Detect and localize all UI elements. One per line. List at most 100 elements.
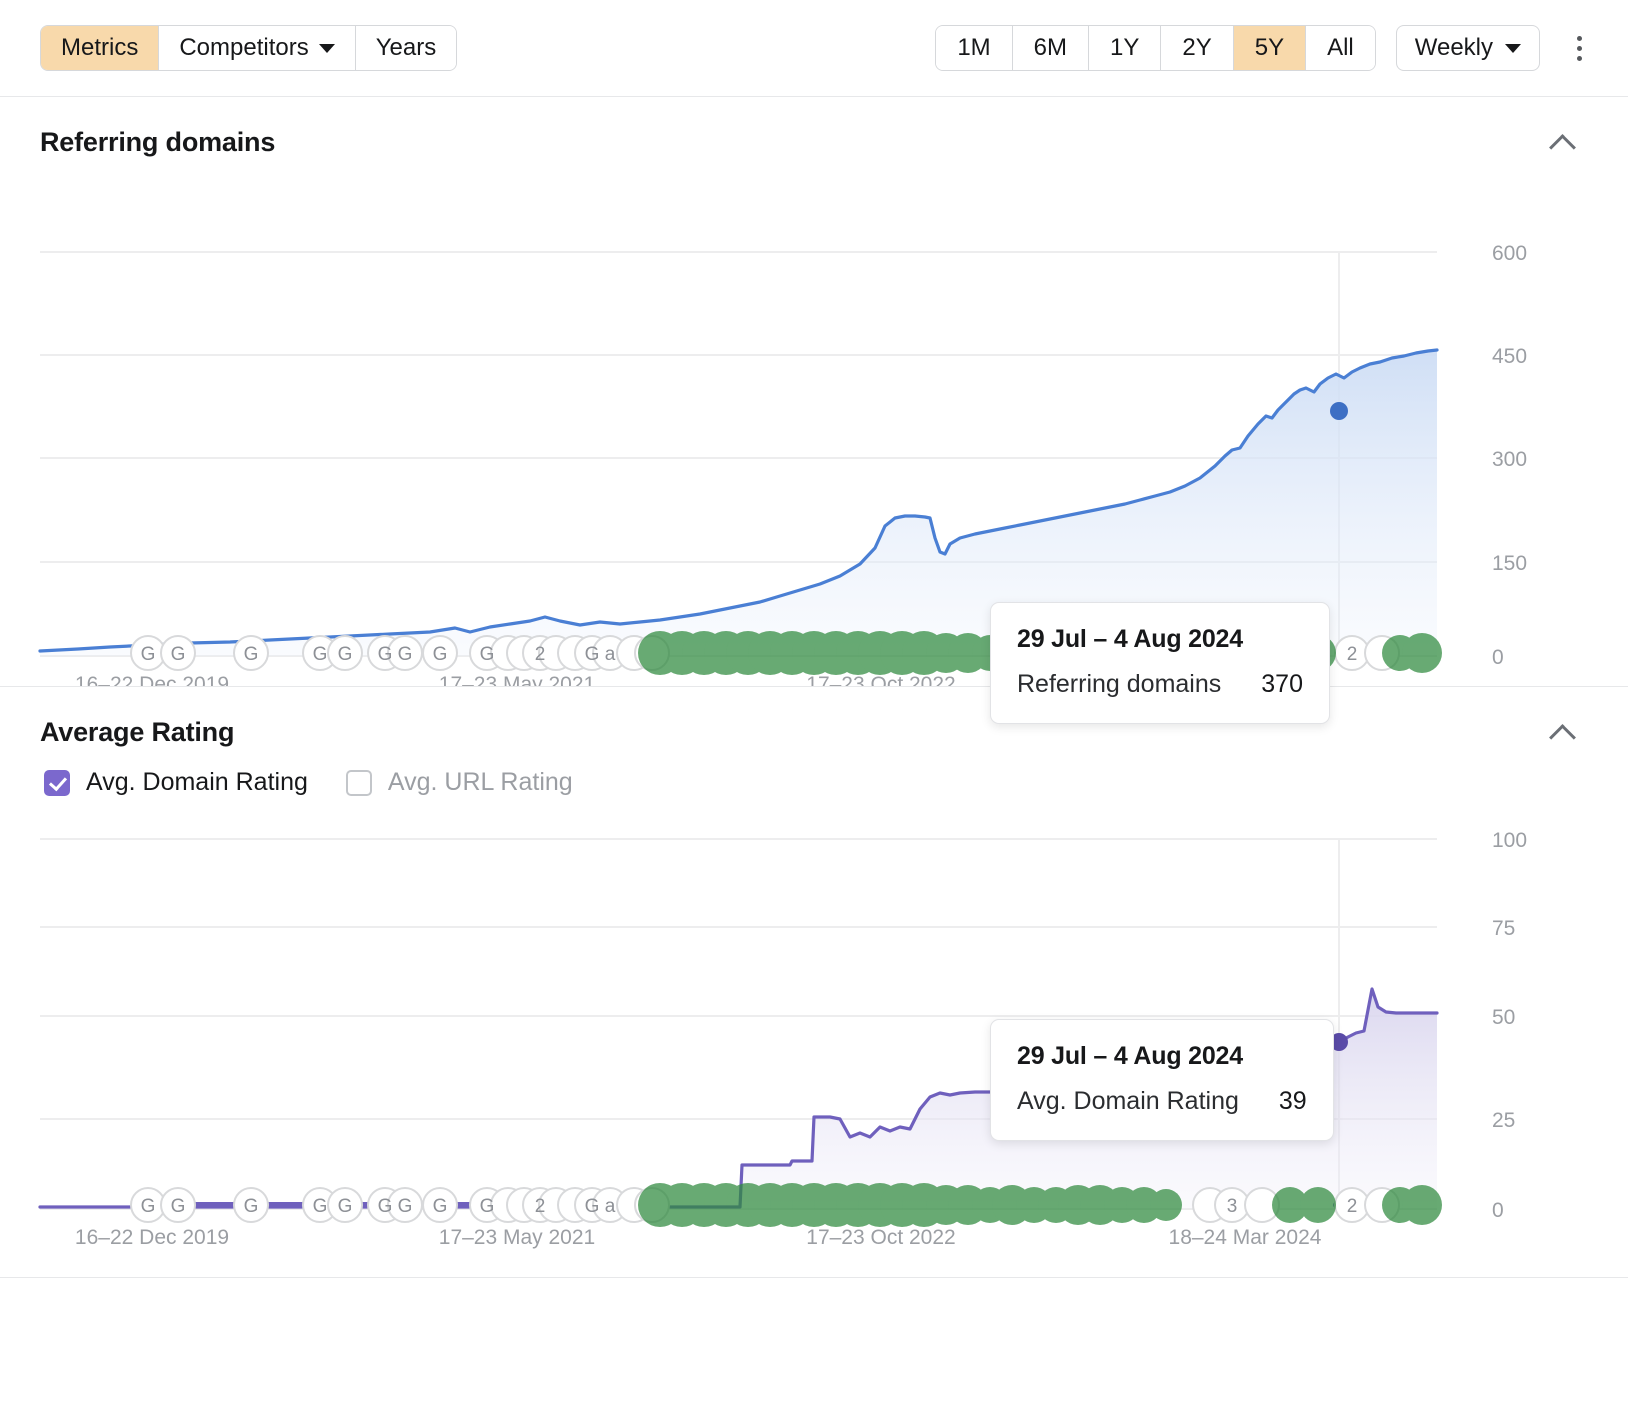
svg-text:100: 100 — [1492, 829, 1527, 852]
panel-average-rating: Average Rating Avg. Domain Rating Avg. U… — [0, 687, 1628, 1278]
svg-text:2: 2 — [1347, 644, 1358, 665]
svg-text:17–23 May 2021: 17–23 May 2021 — [439, 1226, 595, 1249]
svg-text:G: G — [480, 1196, 495, 1217]
svg-text:G: G — [244, 644, 259, 665]
tab-years[interactable]: Years — [355, 26, 457, 70]
tooltip-average-rating: 29 Jul – 4 Aug 2024 Avg. Domain Rating 3… — [990, 1019, 1334, 1141]
tab-metrics-label: Metrics — [61, 34, 139, 61]
chevron-down-icon — [318, 43, 335, 53]
svg-text:300: 300 — [1492, 448, 1527, 471]
legend-item-avg-url-rating[interactable]: Avg. URL Rating — [345, 768, 573, 797]
checkbox-avg-url-rating[interactable] — [345, 769, 372, 796]
svg-text:2: 2 — [1347, 1196, 1358, 1217]
panel-referring-domains: Referring domains 600 450 300 150 0 G G … — [0, 97, 1628, 724]
chart-referring-domains[interactable]: 600 450 300 150 0 G G G G G G G G G 2 G … — [0, 166, 1628, 724]
tab-competitors[interactable]: Competitors — [159, 26, 356, 70]
range-5y[interactable]: 5Y — [1233, 26, 1307, 70]
svg-text:G: G — [433, 644, 448, 665]
range-all[interactable]: All — [1306, 26, 1375, 70]
svg-text:G: G — [338, 1196, 353, 1217]
granularity-value: Weekly — [1414, 34, 1493, 61]
y-axis-ticks: 600 450 300 150 0 — [1492, 242, 1527, 669]
svg-text:G: G — [141, 644, 156, 665]
svg-text:17–23 May 2021: 17–23 May 2021 — [439, 673, 595, 686]
svg-text:17–23 Oct 2022: 17–23 Oct 2022 — [806, 1226, 955, 1249]
range-1m[interactable]: 1M — [936, 26, 1013, 70]
svg-text:2: 2 — [535, 1196, 546, 1217]
date-range-selector: 1M 6M 1Y 2Y 5Y All — [935, 25, 1376, 71]
svg-text:18–24 Mar 2024: 18–24 Mar 2024 — [1169, 1226, 1322, 1249]
kebab-dot — [1576, 55, 1582, 61]
svg-text:G: G — [171, 644, 186, 665]
panel-average-rating-header: Average Rating — [0, 687, 1628, 756]
svg-text:G: G — [378, 1196, 393, 1217]
svg-text:G: G — [313, 1196, 328, 1217]
svg-text:G: G — [338, 644, 353, 665]
svg-text:450: 450 — [1492, 345, 1527, 368]
checkbox-avg-domain-rating[interactable] — [44, 769, 70, 796]
tab-years-label: Years — [375, 34, 437, 61]
tab-competitors-label: Competitors — [179, 34, 309, 61]
svg-text:G: G — [480, 644, 495, 665]
svg-text:G: G — [313, 644, 328, 665]
svg-text:16–22 Dec 2019: 16–22 Dec 2019 — [75, 673, 229, 686]
range-1y-label: 1Y — [1110, 34, 1140, 61]
svg-text:3: 3 — [1227, 1196, 1238, 1217]
page-title-referring-domains: Referring domains — [40, 127, 276, 157]
svg-text:150: 150 — [1492, 552, 1527, 575]
svg-text:G: G — [585, 644, 600, 665]
granularity-dropdown[interactable]: Weekly — [1395, 25, 1540, 71]
svg-text:G: G — [171, 1196, 186, 1217]
referring-domains-svg: 600 450 300 150 0 G G G G G G G G G 2 G … — [38, 242, 1527, 686]
tooltip-date: 29 Jul – 4 Aug 2024 — [1017, 1042, 1243, 1070]
chevron-up-icon[interactable] — [1550, 130, 1576, 156]
svg-text:G: G — [398, 1196, 413, 1217]
range-6m[interactable]: 6M — [1012, 26, 1089, 70]
more-options-button[interactable] — [1562, 28, 1596, 68]
y-axis-ticks: 100 75 50 25 0 — [1492, 829, 1527, 1222]
svg-text:G: G — [378, 644, 393, 665]
svg-text:0: 0 — [1492, 646, 1504, 669]
tab-metrics[interactable]: Metrics — [41, 26, 160, 70]
toolbar: Metrics Competitors Years 1M 6M 1Y 2Y 5Y… — [0, 0, 1628, 97]
range-1m-label: 1M — [957, 34, 991, 61]
svg-text:50: 50 — [1492, 1006, 1515, 1029]
svg-text:G: G — [398, 644, 413, 665]
page-title-average-rating: Average Rating — [40, 717, 235, 747]
svg-text:0: 0 — [1492, 1199, 1504, 1222]
range-2y-label: 2Y — [1182, 34, 1212, 61]
legend-label-avg-domain-rating: Avg. Domain Rating — [86, 768, 308, 796]
view-tabs: Metrics Competitors Years — [40, 25, 458, 71]
kebab-dot — [1576, 45, 1582, 51]
svg-text:17–23 Oct 2022: 17–23 Oct 2022 — [806, 673, 955, 686]
panel-referring-domains-header: Referring domains — [0, 97, 1628, 166]
legend-item-avg-domain-rating[interactable]: Avg. Domain Rating — [44, 768, 308, 797]
tooltip-metric-value: 39 — [1278, 1087, 1307, 1115]
x-axis-ticks: 16–22 Dec 2019 17–23 May 2021 17–23 Oct … — [75, 1226, 1322, 1249]
average-rating-legend: Avg. Domain Rating Avg. URL Rating — [0, 756, 1628, 797]
svg-text:25: 25 — [1492, 1109, 1515, 1132]
range-2y[interactable]: 2Y — [1161, 26, 1234, 70]
highlight-point — [1330, 402, 1348, 420]
svg-text:G: G — [433, 1196, 448, 1217]
legend-label-avg-url-rating: Avg. URL Rating — [387, 768, 573, 796]
svg-text:75: 75 — [1492, 917, 1515, 940]
chevron-up-icon[interactable] — [1550, 720, 1576, 746]
chart-average-rating[interactable]: 100 75 50 25 0 G G G G G G G G G 2 G a 3… — [0, 797, 1628, 1277]
backlinks-overview-page: Metrics Competitors Years 1M 6M 1Y 2Y 5Y… — [0, 0, 1628, 1418]
chevron-down-icon — [1505, 43, 1521, 53]
tooltip-date: 29 Jul – 4 Aug 2024 — [1017, 625, 1243, 653]
svg-text:G: G — [585, 1196, 600, 1217]
range-5y-label: 5Y — [1254, 34, 1285, 61]
tooltip-metric-label: Avg. Domain Rating — [1017, 1087, 1239, 1115]
range-all-label: All — [1327, 34, 1354, 61]
kebab-dot — [1576, 35, 1582, 41]
svg-text:a: a — [605, 644, 616, 665]
range-1y[interactable]: 1Y — [1089, 26, 1162, 70]
svg-text:G: G — [244, 1196, 259, 1217]
average-rating-svg: 100 75 50 25 0 G G G G G G G G G 2 G a 3… — [38, 829, 1527, 1249]
range-6m-label: 6M — [1033, 34, 1067, 61]
svg-text:16–22 Dec 2019: 16–22 Dec 2019 — [75, 1226, 229, 1249]
svg-text:2: 2 — [535, 644, 546, 665]
tooltip-row: Avg. Domain Rating 39 — [1017, 1087, 1307, 1116]
